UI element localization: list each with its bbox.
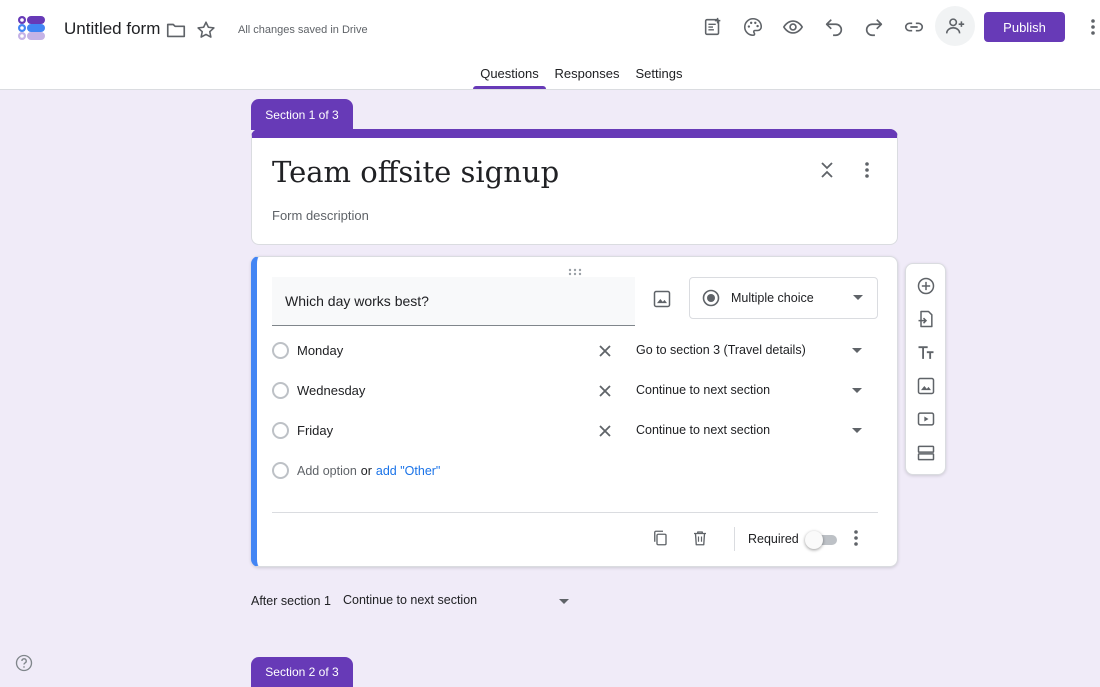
question-type-label: Multiple choice [731, 291, 814, 305]
collapse-section-icon[interactable] [815, 158, 839, 182]
import-questions-icon[interactable] [915, 308, 937, 330]
option-radio-icon [272, 462, 289, 479]
option-section-goto-select[interactable]: Continue to next section [636, 423, 872, 437]
star-icon[interactable] [192, 16, 220, 44]
option-section-goto-select[interactable]: Go to section 3 (Travel details) [636, 343, 872, 357]
active-tab-indicator [473, 86, 546, 89]
option-radio-icon [272, 422, 289, 439]
question-footer-divider [272, 512, 878, 513]
option-radio-icon [272, 382, 289, 399]
undo-icon[interactable] [819, 12, 849, 42]
add-question-plus-icon[interactable] [915, 275, 937, 297]
add-option-area: Add option or add "Other" [297, 464, 440, 478]
tab-responses[interactable]: Responses [552, 58, 622, 89]
help-question-icon[interactable] [15, 654, 33, 672]
redo-icon[interactable] [859, 12, 889, 42]
question-type-select[interactable]: Multiple choice [689, 277, 878, 319]
add-other-link[interactable]: add "Other" [376, 464, 440, 478]
after-section-value: Continue to next section [343, 593, 478, 607]
option-goto-label: Go to section 3 (Travel details) [636, 343, 806, 357]
remove-option-close-icon[interactable] [594, 420, 616, 442]
preview-eye-icon[interactable] [778, 12, 808, 42]
required-toggle[interactable] [805, 531, 837, 549]
option-label[interactable]: Monday [297, 343, 343, 358]
remove-option-close-icon[interactable] [594, 340, 616, 362]
tab-questions[interactable]: Questions [473, 58, 546, 89]
form-title[interactable]: Untitled form [64, 19, 160, 39]
section-2-tab: Section 2 of 3 [251, 657, 353, 687]
section-more-vert-icon[interactable] [855, 158, 879, 182]
add-option-link[interactable]: Add option [297, 464, 357, 478]
required-label: Required [748, 532, 799, 546]
dropdown-arrow-icon [853, 295, 863, 300]
drag-handle-icon[interactable] [567, 263, 583, 276]
side-toolbar [905, 263, 946, 475]
form-description-field[interactable]: Form description [272, 208, 369, 223]
footer-vertical-divider [734, 527, 735, 551]
form-heading[interactable]: Team offsite signup [272, 155, 559, 189]
after-section-label: After section 1 [251, 594, 331, 608]
section-1-tab: Section 1 of 3 [251, 99, 353, 130]
top-header: Untitled form All changes saved in Drive… [0, 0, 1100, 90]
question-title-input[interactable]: Which day works best? [272, 277, 635, 326]
option-row: Wednesday Continue to next section [272, 376, 872, 406]
dropdown-arrow-icon [559, 599, 569, 604]
form-tabs: Questions Responses Settings [0, 58, 1100, 90]
folder-icon[interactable] [162, 16, 190, 44]
add-title-text-icon[interactable] [915, 342, 937, 364]
delete-trash-icon[interactable] [689, 527, 711, 549]
dropdown-arrow-icon [852, 348, 862, 353]
option-radio-icon [272, 342, 289, 359]
option-goto-label: Continue to next section [636, 423, 771, 437]
question-card[interactable]: Which day works best? Multiple choice Mo… [251, 256, 898, 567]
option-row: Friday Continue to next section [272, 416, 872, 446]
dropdown-arrow-icon [852, 388, 862, 393]
duplicate-copy-icon[interactable] [649, 527, 671, 549]
more-vert-icon[interactable] [1084, 14, 1100, 40]
add-image-icon[interactable] [915, 375, 937, 397]
add-collaborator-icon[interactable] [935, 6, 975, 46]
palette-icon[interactable] [738, 12, 768, 42]
dropdown-arrow-icon [852, 428, 862, 433]
radio-button-icon [702, 289, 720, 307]
option-row: Monday Go to section 3 (Travel details) [272, 336, 872, 366]
option-label[interactable]: Wednesday [297, 383, 365, 398]
add-section-icon[interactable] [915, 442, 937, 464]
add-image-icon[interactable] [650, 287, 674, 311]
add-video-icon[interactable] [915, 408, 937, 430]
publish-button[interactable]: Publish [984, 12, 1065, 42]
save-status: All changes saved in Drive [238, 24, 368, 36]
title-card[interactable]: Team offsite signup Form description [251, 129, 898, 245]
customize-theme-addon-icon[interactable] [698, 12, 728, 42]
after-section-select[interactable]: Continue to next section [343, 593, 571, 607]
option-section-goto-select[interactable]: Continue to next section [636, 383, 872, 397]
forms-logo-icon[interactable] [17, 14, 47, 42]
or-text: or [360, 464, 372, 478]
question-more-vert-icon[interactable] [845, 527, 867, 549]
tab-settings[interactable]: Settings [629, 58, 689, 89]
link-icon[interactable] [899, 12, 929, 42]
remove-option-close-icon[interactable] [594, 380, 616, 402]
option-goto-label: Continue to next section [636, 383, 771, 397]
toggle-knob [805, 531, 823, 549]
option-label[interactable]: Friday [297, 423, 333, 438]
